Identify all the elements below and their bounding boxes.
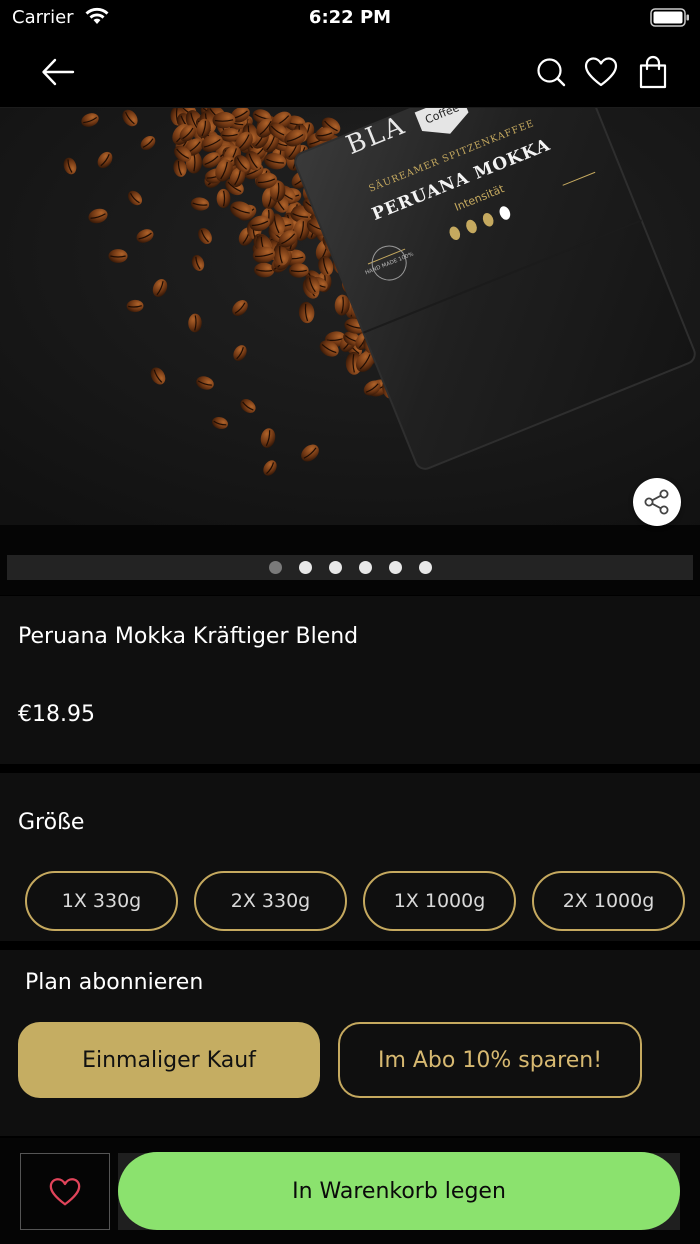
heart-icon bbox=[49, 1177, 81, 1205]
size-card: Größe 1X 330g 2X 330g 1X 1000g 2X 1000g bbox=[0, 773, 700, 941]
product-price: €18.95 bbox=[18, 702, 95, 727]
size-option-1x-330g[interactable]: 1X 330g bbox=[25, 871, 178, 931]
product-title: Peruana Mokka Kräftiger Blend bbox=[18, 624, 359, 649]
add-to-wishlist-button[interactable] bbox=[20, 1153, 110, 1230]
add-to-cart-button[interactable]: In Warenkorb legen bbox=[118, 1152, 680, 1230]
pager-dot[interactable] bbox=[389, 561, 402, 574]
shopping-bag-icon[interactable] bbox=[635, 54, 671, 90]
battery-icon bbox=[650, 8, 689, 27]
search-icon[interactable] bbox=[533, 54, 569, 90]
status-bar: Carrier 6:22 PM bbox=[0, 0, 700, 36]
nav-bar bbox=[0, 36, 700, 108]
product-image[interactable]: BLA Coffee SÄUREAMER SPITZENKAFFEE PERUA… bbox=[0, 108, 700, 525]
share-button[interactable] bbox=[633, 478, 681, 526]
share-icon bbox=[644, 489, 669, 515]
size-option-2x-330g[interactable]: 2X 330g bbox=[194, 871, 347, 931]
back-arrow-icon[interactable] bbox=[40, 54, 76, 90]
bottom-action-bar: In Warenkorb legen bbox=[0, 1138, 700, 1244]
pager-dot[interactable] bbox=[329, 561, 342, 574]
plan-title: Plan abonnieren bbox=[25, 970, 204, 995]
image-pager[interactable] bbox=[7, 555, 693, 580]
coffee-product-photo: BLA Coffee SÄUREAMER SPITZENKAFFEE PERUA… bbox=[0, 108, 700, 525]
size-title: Größe bbox=[18, 810, 85, 835]
plan-subscription-button[interactable]: Im Abo 10% sparen! bbox=[338, 1022, 642, 1098]
size-option-2x-1000g[interactable]: 2X 1000g bbox=[532, 871, 685, 931]
status-time: 6:22 PM bbox=[308, 7, 392, 28]
pager-dot[interactable] bbox=[269, 561, 282, 574]
plan-one-time-button[interactable]: Einmaliger Kauf bbox=[18, 1022, 320, 1098]
pager-dot[interactable] bbox=[299, 561, 312, 574]
heart-icon[interactable] bbox=[583, 54, 619, 90]
product-info-card: Peruana Mokka Kräftiger Blend €18.95 bbox=[0, 596, 700, 764]
pager-dot[interactable] bbox=[359, 561, 372, 574]
plan-card: Plan abonnieren Einmaliger Kauf Im Abo 1… bbox=[0, 950, 700, 1136]
size-option-1x-1000g[interactable]: 1X 1000g bbox=[363, 871, 516, 931]
pager-dot[interactable] bbox=[419, 561, 432, 574]
